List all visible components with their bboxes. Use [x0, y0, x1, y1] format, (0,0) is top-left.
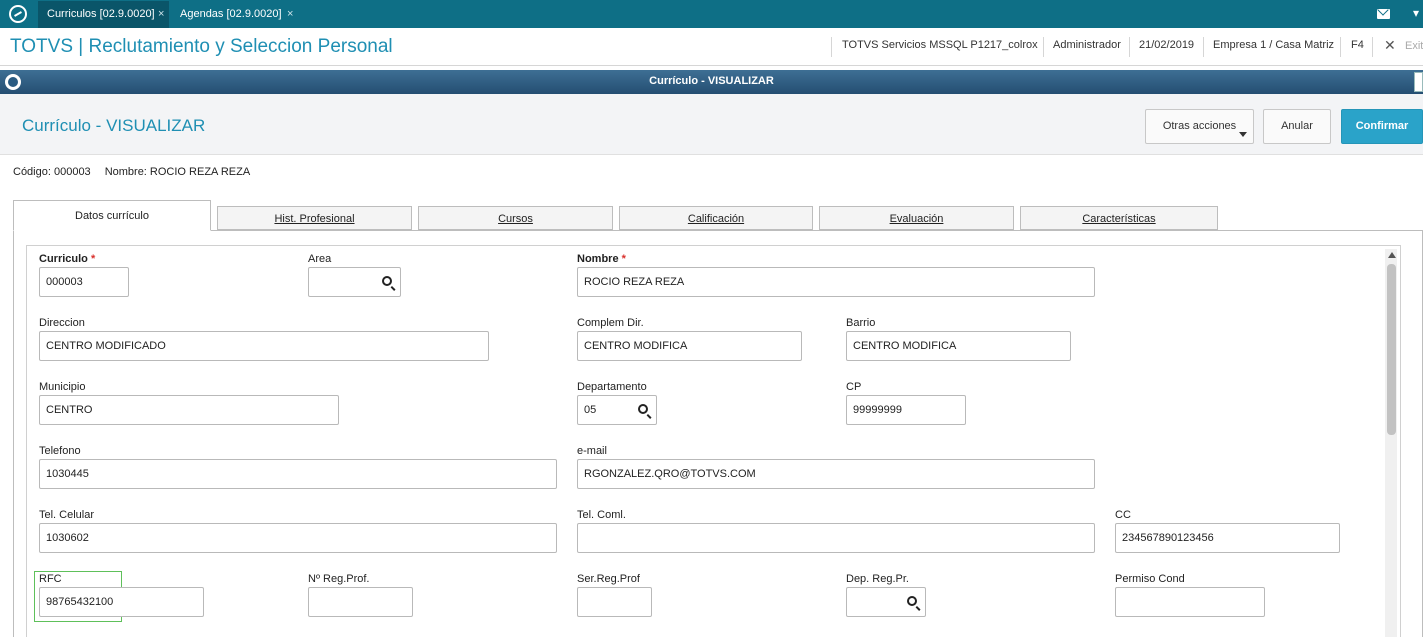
form-title: Currículo - VISUALIZAR: [22, 116, 206, 135]
mail-icon[interactable]: [1377, 9, 1390, 19]
close-icon[interactable]: ×: [287, 1, 293, 27]
record-summary: Código: 000003 Nombre: ROCIO REZA REZA: [13, 166, 250, 178]
record-code: Código: 000003: [13, 166, 91, 178]
search-icon[interactable]: [382, 276, 392, 286]
cp-field[interactable]: 99999999: [846, 395, 966, 425]
rfc-field[interactable]: 98765432100: [39, 587, 204, 617]
divider: [1043, 37, 1044, 57]
tab-cursos[interactable]: Cursos: [418, 206, 613, 230]
divider: [831, 37, 832, 57]
record-name: Nombre: ROCIO REZA REZA: [104, 166, 251, 178]
form-panel: [26, 245, 1401, 637]
divider: [1372, 37, 1373, 57]
divider: [1129, 37, 1130, 57]
cp-label: CP: [846, 381, 862, 393]
totvs-logo-icon[interactable]: [9, 5, 27, 23]
tab-label: Cursos: [498, 213, 533, 225]
dep-reg-pr-label: Dep. Reg.Pr.: [846, 573, 909, 585]
dep-reg-pr-field[interactable]: [846, 587, 926, 617]
chevron-down-icon[interactable]: ▾: [1413, 6, 1419, 20]
tab-caracteristicas[interactable]: Características: [1020, 206, 1218, 230]
municipio-label: Municipio: [39, 381, 86, 393]
area-field[interactable]: [308, 267, 401, 297]
window-title-bar: Currículo - VISUALIZAR: [0, 70, 1423, 94]
curriculo-field[interactable]: 000003: [39, 267, 129, 297]
user-info[interactable]: Administrador: [1053, 39, 1121, 51]
departamento-value: 05: [584, 404, 597, 416]
confirm-button[interactable]: Confirmar: [1341, 109, 1423, 144]
ser-reg-prof-field[interactable]: [577, 587, 652, 617]
other-actions-button[interactable]: Otras acciones: [1145, 109, 1254, 144]
permiso-cond-label: Permiso Cond: [1115, 573, 1185, 585]
top-tab-bar: Curriculos [02.9.0020] × Agendas [02.9.0…: [0, 0, 1423, 28]
telefono-label: Telefono: [39, 445, 81, 457]
tab-label: Evaluación: [889, 213, 944, 225]
tab-agendas[interactable]: Agendas [02.9.0020] ×: [171, 1, 301, 28]
barrio-field[interactable]: CENTRO MODIFICA: [846, 331, 1071, 361]
tab-hist-profesional[interactable]: Hist. Profesional: [217, 206, 412, 230]
complem-dir-label: Complem Dir.: [577, 317, 644, 329]
tab-label: Hist. Profesional: [274, 213, 355, 225]
window-title: Currículo - VISUALIZAR: [649, 75, 774, 87]
tel-celular-label: Tel. Celular: [39, 509, 95, 521]
tel-celular-field[interactable]: 1030602: [39, 523, 557, 553]
required-marker: *: [90, 253, 96, 265]
departamento-label: Departamento: [577, 381, 647, 393]
form-header: Currículo - VISUALIZAR Otras acciones An…: [0, 94, 1423, 155]
nombre-field[interactable]: ROCIO REZA REZA: [577, 267, 1095, 297]
rfc-label: RFC: [39, 573, 62, 585]
app-title: TOTVS | Reclutamiento y Seleccion Person…: [10, 36, 393, 57]
chevron-down-icon: [1239, 132, 1247, 137]
departamento-field[interactable]: 05: [577, 395, 657, 425]
barrio-label: Barrio: [846, 317, 876, 329]
complem-dir-field[interactable]: CENTRO MODIFICA: [577, 331, 802, 361]
nombre-label: Nombre *: [577, 253, 626, 265]
search-icon[interactable]: [907, 596, 917, 606]
cc-field[interactable]: 234567890123456: [1115, 523, 1340, 553]
email-field[interactable]: RGONZALEZ.QRO@TOTVS.COM: [577, 459, 1095, 489]
tab-label: Características: [1082, 213, 1156, 225]
municipio-field[interactable]: CENTRO: [39, 395, 339, 425]
tab-evaluacion[interactable]: Evaluación: [819, 206, 1014, 230]
divider: [1203, 37, 1204, 57]
scrollbar-thumb[interactable]: [1387, 264, 1396, 435]
tel-coml-label: Tel. Coml.: [577, 509, 626, 521]
close-icon[interactable]: ×: [158, 1, 164, 27]
close-icon[interactable]: ✕: [1384, 37, 1396, 54]
tel-coml-field[interactable]: [577, 523, 1095, 553]
email-label: e-mail: [577, 445, 607, 457]
exit-label[interactable]: Exit: [1405, 40, 1423, 52]
app-header: TOTVS | Reclutamiento y Seleccion Person…: [0, 28, 1423, 66]
direccion-label: Direccion: [39, 317, 85, 329]
reg-prof-label: Nº Reg.Prof.: [308, 573, 370, 585]
direccion-field[interactable]: CENTRO MODIFICADO: [39, 331, 489, 361]
divider: [1340, 37, 1341, 57]
permiso-cond-field[interactable]: [1115, 587, 1265, 617]
telefono-field[interactable]: 1030445: [39, 459, 557, 489]
search-icon[interactable]: [638, 404, 648, 414]
tab-label: Agendas [02.9.0020]: [180, 8, 282, 20]
curriculo-label: Curriculo *: [39, 253, 96, 265]
tab-datos-curriculo[interactable]: Datos currículo: [13, 200, 211, 231]
company-info[interactable]: Empresa 1 / Casa Matriz: [1213, 39, 1334, 51]
scroll-up-icon[interactable]: [1388, 252, 1396, 258]
required-marker: *: [621, 253, 626, 265]
date-info[interactable]: 21/02/2019: [1139, 39, 1194, 51]
cancel-button[interactable]: Anular: [1263, 109, 1331, 144]
window-edge: [1414, 72, 1423, 92]
tab-curriculos[interactable]: Curriculos [02.9.0020] ×: [38, 1, 169, 28]
area-label: Area: [308, 253, 332, 265]
ser-reg-prof-label: Ser.Reg.Prof: [577, 573, 640, 585]
tab-label: Curriculos [02.9.0020]: [47, 8, 155, 20]
tab-calificacion[interactable]: Calificación: [619, 206, 813, 230]
reg-prof-field[interactable]: [308, 587, 413, 617]
tab-label: Calificación: [687, 213, 745, 225]
help-key[interactable]: F4: [1351, 39, 1364, 51]
cc-label: CC: [1115, 509, 1131, 521]
other-actions-label: Otras acciones: [1162, 120, 1237, 132]
environment-info[interactable]: TOTVS Servicios MSSQL P1217_colrox: [842, 39, 1038, 51]
